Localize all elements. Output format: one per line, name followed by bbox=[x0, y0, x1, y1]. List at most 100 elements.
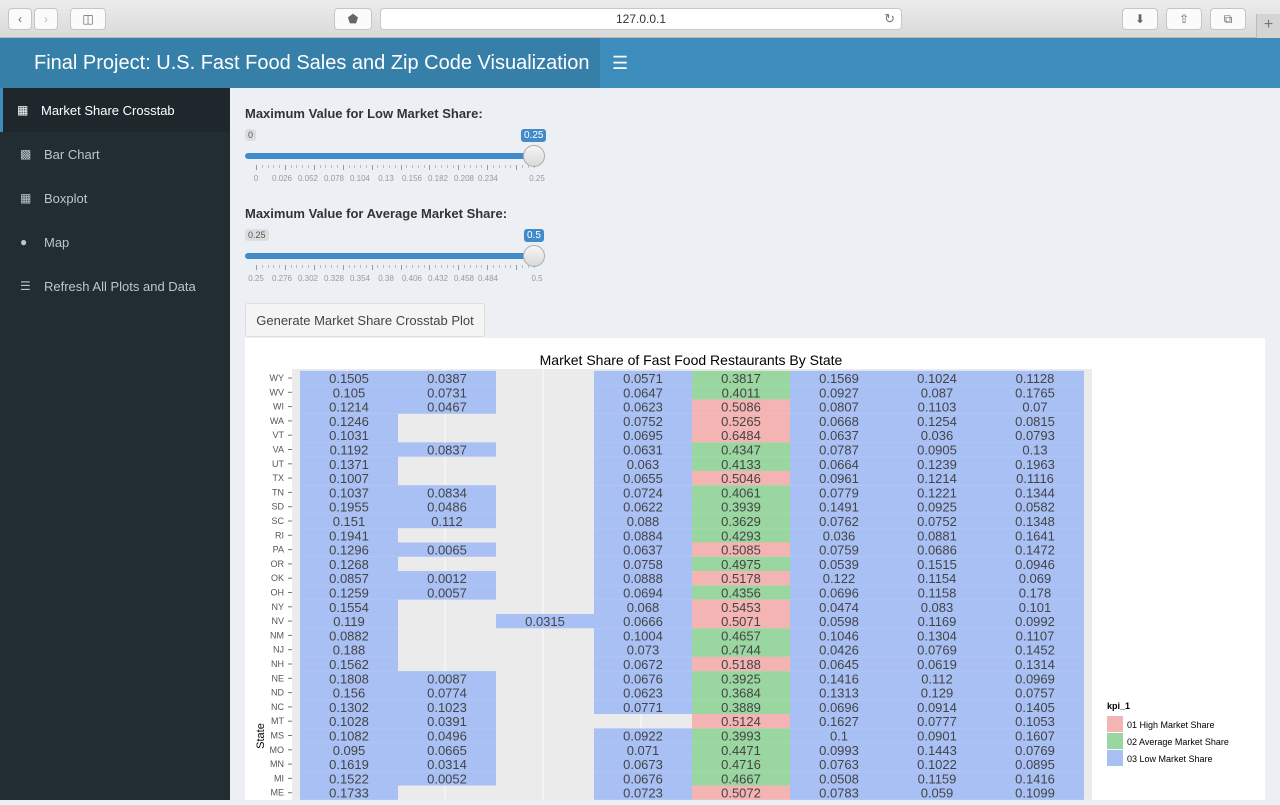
cell-value-label: 0.095 bbox=[333, 743, 366, 758]
slider-tick bbox=[516, 265, 518, 270]
sidebar-item-label: Market Share Crosstab bbox=[41, 102, 175, 118]
cell-value-label: 0.1007 bbox=[329, 471, 369, 486]
cell-value-label: 0.1024 bbox=[917, 371, 957, 386]
slider-low-handle[interactable] bbox=[523, 145, 545, 167]
slider-tick bbox=[417, 265, 419, 268]
cell-value-label: 0.6484 bbox=[721, 428, 761, 443]
tabs-icon[interactable]: ⧉ bbox=[1210, 8, 1246, 30]
cell-value-label: 0.0508 bbox=[819, 771, 859, 786]
slider-tick bbox=[498, 265, 500, 268]
slider-tick bbox=[377, 165, 379, 168]
cell-value-label: 0.0757 bbox=[1015, 686, 1055, 701]
slider-tick bbox=[475, 165, 477, 168]
cell-value-label: 0.0769 bbox=[917, 643, 957, 658]
legend: kpi_1 01 High Market Share 02 Average Mark… bbox=[1107, 701, 1229, 766]
slider-tick bbox=[383, 165, 385, 168]
slider-tick bbox=[331, 265, 333, 268]
cell-value-label: 0.129 bbox=[921, 686, 954, 701]
shield-icon[interactable]: ⬟ bbox=[334, 8, 372, 30]
sidebar-item-refresh[interactable]: ☰ Refresh All Plots and Data bbox=[0, 264, 230, 308]
reload-icon[interactable]: ↻ bbox=[884, 11, 895, 27]
slider-low-track[interactable] bbox=[245, 153, 534, 159]
cell-value-label: 0.1416 bbox=[819, 671, 859, 686]
cell-value-label: 0.0779 bbox=[819, 485, 859, 500]
slider-tick bbox=[308, 165, 310, 168]
y-tick-label: MT bbox=[271, 716, 284, 726]
cell-value-label: 0.5453 bbox=[721, 600, 761, 615]
slider-tick bbox=[469, 265, 471, 268]
cell-value-label: 0.0012 bbox=[427, 571, 467, 586]
cell-value-label: 0.1192 bbox=[330, 443, 369, 458]
cell-value-label: 0.0673 bbox=[623, 757, 663, 772]
generate-crosstab-button[interactable]: Generate Market Share Crosstab Plot bbox=[245, 303, 485, 337]
legend-swatch bbox=[1107, 716, 1123, 732]
cell-value-label: 0.1107 bbox=[1016, 628, 1055, 643]
cell-value-label: 0.0486 bbox=[427, 500, 467, 515]
back-icon[interactable]: ‹ bbox=[8, 8, 32, 30]
download-icon[interactable]: ⬇ bbox=[1122, 8, 1158, 30]
sidebar-item-boxplot[interactable]: ▦ Boxplot bbox=[0, 176, 230, 220]
cell-value-label: 0.5085 bbox=[721, 543, 761, 558]
slider-tick bbox=[533, 165, 535, 168]
cell-value-label: 0.1214 bbox=[329, 400, 369, 415]
cell-value-label: 0.0834 bbox=[427, 485, 467, 500]
slider-tick-label: 0 bbox=[253, 174, 259, 183]
slider-tick bbox=[412, 165, 414, 168]
slider-tick-label: 0.432 bbox=[427, 274, 449, 283]
slider-tick bbox=[279, 165, 281, 168]
cell-value-label: 0.3939 bbox=[721, 500, 761, 515]
y-tick-label: NV bbox=[271, 616, 284, 626]
cell-value-label: 0.1268 bbox=[329, 557, 369, 572]
cell-value-label: 0.087 bbox=[921, 385, 954, 400]
cell-value-label: 0.4716 bbox=[721, 757, 761, 772]
cell-value-label: 0.1765 bbox=[1015, 385, 1055, 400]
cell-value-label: 0.073 bbox=[627, 643, 660, 658]
cell-value-label: 0.0774 bbox=[427, 686, 467, 701]
cell-value-label: 0.1313 bbox=[819, 686, 859, 701]
cell-value-label: 0.0631 bbox=[623, 443, 663, 458]
slider-tick bbox=[487, 265, 489, 270]
chart-title: Market Share of Fast Food Restaurants By… bbox=[540, 352, 843, 368]
app-title: Final Project: U.S. Fast Food Sales and … bbox=[0, 38, 600, 88]
slider-tick bbox=[452, 265, 454, 268]
cell-value-label: 0.0314 bbox=[427, 757, 467, 772]
cell-value-label: 0.13 bbox=[1022, 443, 1047, 458]
slider-average-handle[interactable] bbox=[523, 245, 545, 267]
slider-tick bbox=[261, 165, 263, 168]
cell-value-label: 0.1808 bbox=[329, 671, 369, 686]
url-bar[interactable]: 127.0.0.1 ↻ bbox=[380, 8, 902, 30]
cell-value-label: 0.0672 bbox=[623, 657, 663, 672]
sidebar-item-bar-chart[interactable]: ▩ Bar Chart bbox=[0, 132, 230, 176]
slider-tick-label: 0.25 bbox=[248, 274, 264, 283]
sidebar-item-market-share-crosstab[interactable]: ▦ Market Share Crosstab bbox=[0, 88, 230, 132]
forward-icon[interactable]: › bbox=[34, 8, 58, 30]
slider-tick bbox=[325, 265, 327, 268]
cell-value-label: 0.112 bbox=[431, 514, 463, 529]
new-tab-icon[interactable]: + bbox=[1256, 14, 1280, 38]
cell-value-label: 0.0837 bbox=[427, 443, 467, 458]
slider-tick bbox=[504, 265, 506, 268]
slider-tick bbox=[412, 265, 414, 268]
cell-value-label: 0.0668 bbox=[819, 414, 859, 429]
slider-tick bbox=[284, 265, 286, 270]
slider-tick bbox=[446, 265, 448, 268]
cell-value-label: 0.0752 bbox=[623, 414, 663, 429]
cell-value-label: 0.0769 bbox=[1015, 743, 1055, 758]
cell-value-label: 0.5178 bbox=[721, 571, 761, 586]
sidebar-item-map[interactable]: ● Map bbox=[0, 220, 230, 264]
cell-value-label: 0.1733 bbox=[329, 786, 369, 800]
cell-value-label: 0.178 bbox=[1019, 586, 1052, 601]
cell-value-label: 0.1607 bbox=[1015, 729, 1055, 744]
cell-value-label: 0.1562 bbox=[329, 657, 369, 672]
slider-tick-label: 0.104 bbox=[349, 174, 371, 183]
slider-average-track[interactable] bbox=[245, 253, 534, 259]
sidebar-item-label: Map bbox=[44, 234, 70, 250]
share-icon[interactable]: ⇧ bbox=[1166, 8, 1202, 30]
hamburger-icon[interactable]: ☰ bbox=[612, 53, 628, 74]
slider-tick bbox=[527, 265, 529, 268]
slider-tick-label: 0.25 bbox=[529, 174, 545, 183]
sidebar-toggle-icon[interactable]: ◫ bbox=[70, 8, 106, 30]
slider-tick bbox=[354, 165, 356, 168]
cell-value-label: 0.1023 bbox=[427, 700, 467, 715]
cell-value-label: 0.5071 bbox=[721, 614, 761, 629]
